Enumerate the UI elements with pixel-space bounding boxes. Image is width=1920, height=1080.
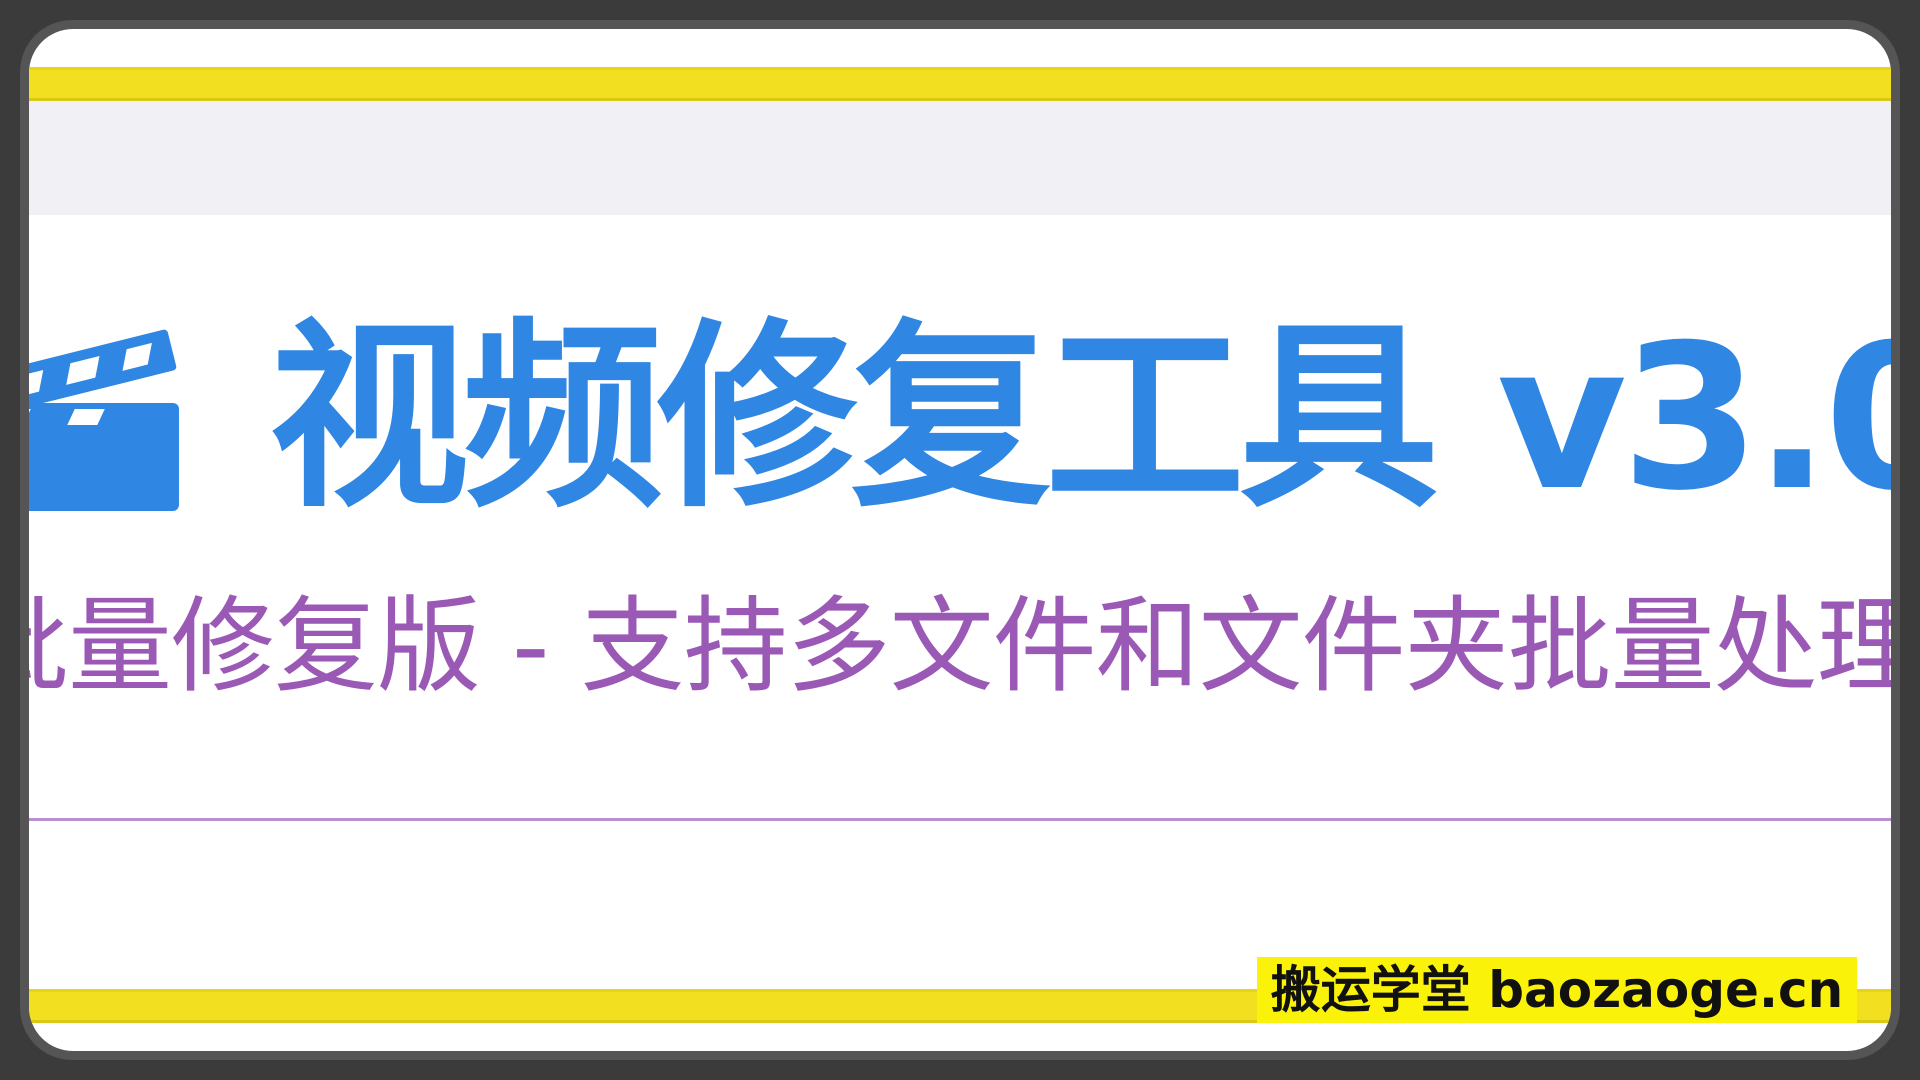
app-subtitle: 批量修复版 - 支持多文件和文件夹批量处理 — [29, 585, 1891, 707]
watermark-label: 搬运学堂 baozaoge.cn — [1257, 957, 1857, 1023]
app-title: 视频修复工具 v3.0 — [269, 302, 1891, 535]
clapperboard-icon — [29, 329, 179, 511]
top-accent-bar — [29, 67, 1891, 101]
app-window: 视频修复工具 v3.0 批量修复版 - 支持多文件和文件夹批量处理 搬运学堂 b… — [29, 29, 1891, 1051]
header-strip — [29, 101, 1891, 215]
title-row: 视频修复工具 v3.0 — [29, 289, 1891, 549]
video-frame: 视频修复工具 v3.0 批量修复版 - 支持多文件和文件夹批量处理 搬运学堂 b… — [20, 20, 1900, 1060]
header-divider — [29, 818, 1891, 821]
